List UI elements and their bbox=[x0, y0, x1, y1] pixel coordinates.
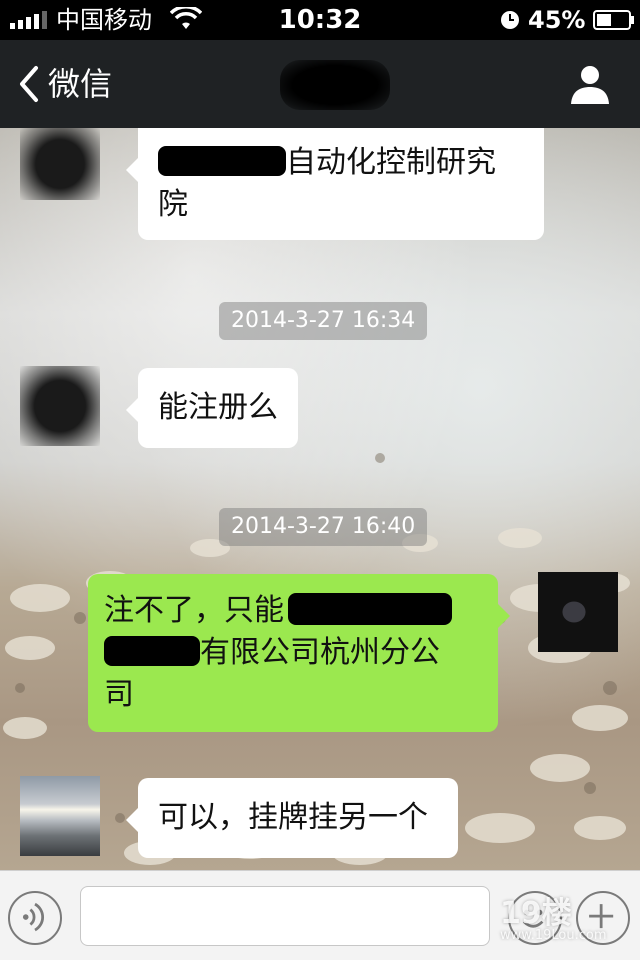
redacted-text bbox=[158, 145, 286, 176]
message-bubble[interactable]: 能注册么 bbox=[126, 368, 298, 448]
battery-percent: 45% bbox=[528, 6, 586, 34]
message-text: 自动化控制研究 bbox=[286, 145, 496, 180]
battery-icon bbox=[593, 10, 634, 30]
message-bubble[interactable]: 注不了，只能 有限公司杭州分公 司 bbox=[88, 574, 510, 732]
person-icon[interactable] bbox=[568, 62, 612, 106]
avatar[interactable] bbox=[20, 128, 100, 200]
nav-bar: 微信 bbox=[0, 40, 640, 128]
timestamp: 2014-3-27 16:34 bbox=[219, 302, 428, 340]
clock-icon bbox=[501, 11, 519, 29]
message-line: 有限公司杭州分公 bbox=[104, 632, 482, 674]
redacted-chat-title bbox=[280, 60, 390, 110]
avatar[interactable] bbox=[20, 776, 100, 856]
redacted-text bbox=[288, 592, 452, 625]
message-text: 注不了，只能 bbox=[104, 593, 284, 628]
message-bubble[interactable]: 自动化控制研究 院 bbox=[126, 128, 544, 240]
message-line: 院 bbox=[158, 187, 188, 222]
message-line: 注不了，只能 bbox=[104, 590, 482, 632]
watermark-text: 19楼 bbox=[500, 896, 572, 931]
message-input[interactable] bbox=[80, 886, 490, 946]
voice-icon bbox=[22, 902, 45, 932]
redacted-text bbox=[104, 635, 200, 666]
status-bar: 中国移动 10:32 45% bbox=[0, 0, 640, 40]
avatar[interactable] bbox=[538, 572, 618, 652]
watermark-url: www.19Lou.com bbox=[500, 928, 607, 943]
chevron-left-icon bbox=[20, 66, 38, 102]
site-watermark: 19楼 www.19Lou.com bbox=[500, 888, 640, 948]
message-line: 司 bbox=[104, 677, 134, 712]
timestamp: 2014-3-27 16:40 bbox=[219, 508, 428, 546]
voice-button[interactable] bbox=[8, 891, 62, 945]
message-text: 能注册么 bbox=[158, 390, 278, 425]
message-bubble[interactable]: 可以，挂牌挂另一个 bbox=[126, 778, 458, 858]
message-line: 自动化控制研究 bbox=[158, 142, 524, 184]
back-button[interactable]: 微信 bbox=[18, 62, 112, 106]
chat-area[interactable]: 自动化控制研究 院 2014-3-27 16:34 能注册么 2014-3-27… bbox=[0, 128, 640, 870]
message-text: 可以，挂牌挂另一个 bbox=[158, 800, 428, 835]
message-text: 有限公司杭州分公 bbox=[200, 635, 440, 670]
avatar[interactable] bbox=[20, 366, 100, 446]
back-label: 微信 bbox=[48, 65, 113, 103]
